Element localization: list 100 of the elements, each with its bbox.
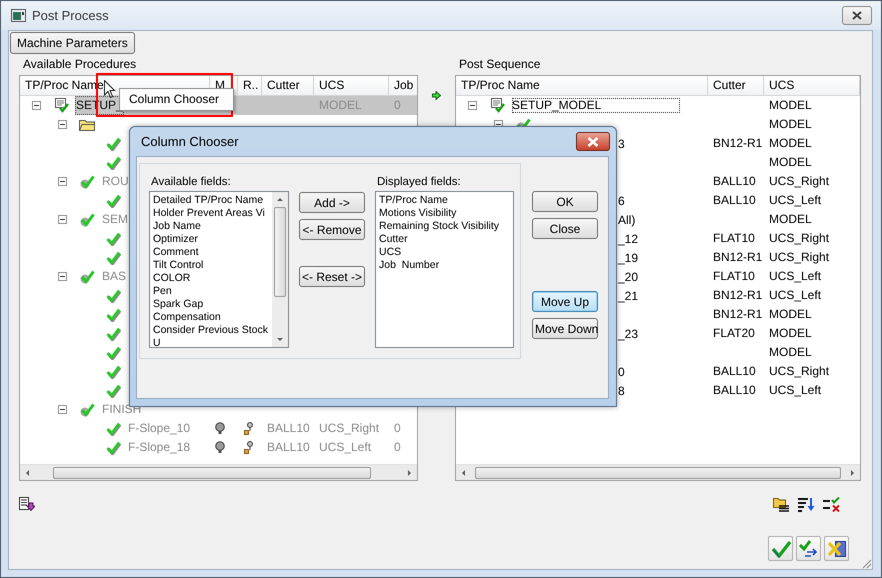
list-label: Displayed fields: (377, 176, 462, 189)
tree-item-label[interactable]: _20 (618, 270, 638, 284)
move-field-button[interactable]: <- Remove (299, 219, 365, 240)
bulb-icon[interactable] (215, 441, 225, 454)
list-item[interactable]: Pen (153, 285, 272, 298)
column-header[interactable]: Cutter (708, 76, 764, 95)
tool-icon[interactable] (243, 440, 254, 454)
export-list-icon[interactable] (19, 497, 35, 511)
expander-icon[interactable] (58, 272, 67, 281)
tree-item-label[interactable]: _19 (618, 250, 638, 264)
column-header[interactable]: R.. (238, 76, 262, 95)
list-item[interactable]: Motions Visibility (379, 207, 513, 220)
tree-item-label[interactable]: _23 (618, 326, 638, 340)
dialog-button[interactable]: Move Up (532, 291, 598, 312)
move-field-button[interactable]: <- Reset -> (299, 266, 365, 287)
ucs-cell: UCS_Right (769, 364, 830, 378)
tree-item-label[interactable]: 0 (618, 364, 625, 378)
tree-item-label[interactable]: All) (618, 212, 636, 226)
list-item[interactable]: UCS (379, 246, 513, 259)
ucs-cell: UCS_Right (769, 231, 830, 245)
job-cell: 0 (394, 98, 401, 112)
horizontal-scrollbar[interactable] (456, 464, 860, 480)
list-item[interactable]: COLOR (153, 272, 272, 285)
ucs-cell: MODEL (769, 155, 812, 169)
close-button[interactable] (842, 6, 872, 25)
machine-parameters-button[interactable]: Machine Parameters (10, 32, 135, 54)
cutter-cell: BALL10 (713, 174, 756, 188)
dialog-button[interactable]: Move Down (532, 318, 598, 339)
dialog-button[interactable]: OK (532, 191, 598, 212)
resize-grip[interactable] (861, 558, 872, 569)
check-icon (106, 136, 120, 150)
apply-button[interactable] (768, 536, 793, 561)
list-item[interactable]: Comment (153, 246, 272, 259)
tool-icon[interactable] (243, 422, 254, 436)
column-header[interactable]: Job (389, 76, 417, 95)
move-field-button[interactable]: Add -> (299, 192, 365, 213)
tree-item-label[interactable]: 6 (618, 194, 625, 208)
ucs-cell: MODEL (769, 307, 812, 321)
sort-icon[interactable] (798, 496, 815, 512)
check-icon (106, 422, 120, 436)
column-header[interactable]: Cutter (262, 76, 314, 95)
ucs-cell: UCS_Left (769, 288, 822, 302)
list-item[interactable]: U (153, 337, 272, 347)
tree-item-label[interactable]: SETUP_MODEL (511, 97, 682, 114)
expander-icon[interactable] (58, 405, 67, 414)
displayed-fields-list[interactable]: TP/Proc Name Motions Visibility Remaining Stock Visibility Cutter UCS Job Number (375, 191, 514, 348)
check-icon (80, 402, 94, 416)
ucs-cell: MODEL (769, 117, 812, 131)
job-cell: 0 (394, 421, 401, 435)
list-item[interactable]: Cutter (379, 233, 513, 246)
list-item[interactable]: Tilt Control (153, 259, 272, 272)
horizontal-scrollbar[interactable] (20, 464, 417, 480)
column-header[interactable]: UCS (314, 76, 389, 95)
check-icon (80, 270, 94, 284)
list-item[interactable]: Consider Previous Stock (153, 324, 272, 337)
cancel-icon (826, 540, 846, 558)
cutter-cell: FLAT20 (713, 326, 755, 340)
column-header[interactable]: UCS (764, 76, 860, 95)
setup-icon (54, 98, 68, 113)
cutter-cell: BN12-R1 (713, 307, 762, 321)
check-icon (80, 212, 94, 226)
arrow-right-icon[interactable] (432, 91, 441, 100)
close-icon (852, 11, 862, 20)
available-fields-list[interactable]: Detailed TP/Proc Name Holder Prevent Areas Vi Job Name Optimizer Comment Tilt Control COLOR Pen Spark Gap Compensation Consider Previous Stock U (149, 191, 289, 348)
list-item[interactable]: TP/Proc Name (379, 194, 513, 207)
cancel-button[interactable] (824, 536, 849, 561)
tree-item-label[interactable]: 3 (618, 136, 625, 150)
list-item[interactable]: Compensation (153, 311, 272, 324)
check-clear-icon[interactable] (823, 496, 840, 512)
tree-item-label[interactable]: 8 (618, 384, 625, 398)
expander-icon[interactable] (58, 120, 67, 129)
folder-list-icon[interactable] (773, 496, 790, 512)
setup-icon (490, 98, 504, 113)
list-item[interactable]: Remaining Stock Visibility (379, 220, 513, 233)
check-icon (106, 288, 120, 302)
list-item[interactable]: Job Number (379, 259, 513, 272)
dialog-button[interactable]: Close (532, 218, 598, 239)
tree-item-label[interactable]: _21 (618, 288, 638, 302)
list-item[interactable]: Spark Gap (153, 298, 272, 311)
cutter-cell: FLAT10 (713, 231, 755, 245)
check-icon (106, 384, 120, 398)
expander-icon[interactable] (58, 215, 67, 224)
column-header[interactable]: TP/Proc Name (456, 76, 708, 95)
expander-icon[interactable] (468, 101, 477, 110)
apply-run-button[interactable] (796, 536, 821, 561)
panel-label: Available Procedures (23, 57, 138, 71)
list-label: Available fields: (151, 176, 232, 189)
list-item[interactable]: Optimizer (153, 233, 272, 246)
close-icon (587, 136, 599, 146)
ucs-cell: UCS_Right (769, 250, 830, 264)
expander-icon[interactable] (58, 177, 67, 186)
expander-icon[interactable] (32, 101, 41, 110)
vertical-scrollbar[interactable] (272, 192, 288, 347)
list-item[interactable]: Detailed TP/Proc Name (153, 194, 272, 207)
close-button[interactable] (576, 132, 610, 151)
tree-item-label[interactable]: _12 (618, 232, 638, 246)
bulb-icon[interactable] (215, 422, 225, 435)
list-item[interactable]: Holder Prevent Areas Vi (153, 207, 272, 220)
list-item[interactable]: Job Name (153, 220, 272, 233)
job-cell: 0 (394, 440, 401, 454)
